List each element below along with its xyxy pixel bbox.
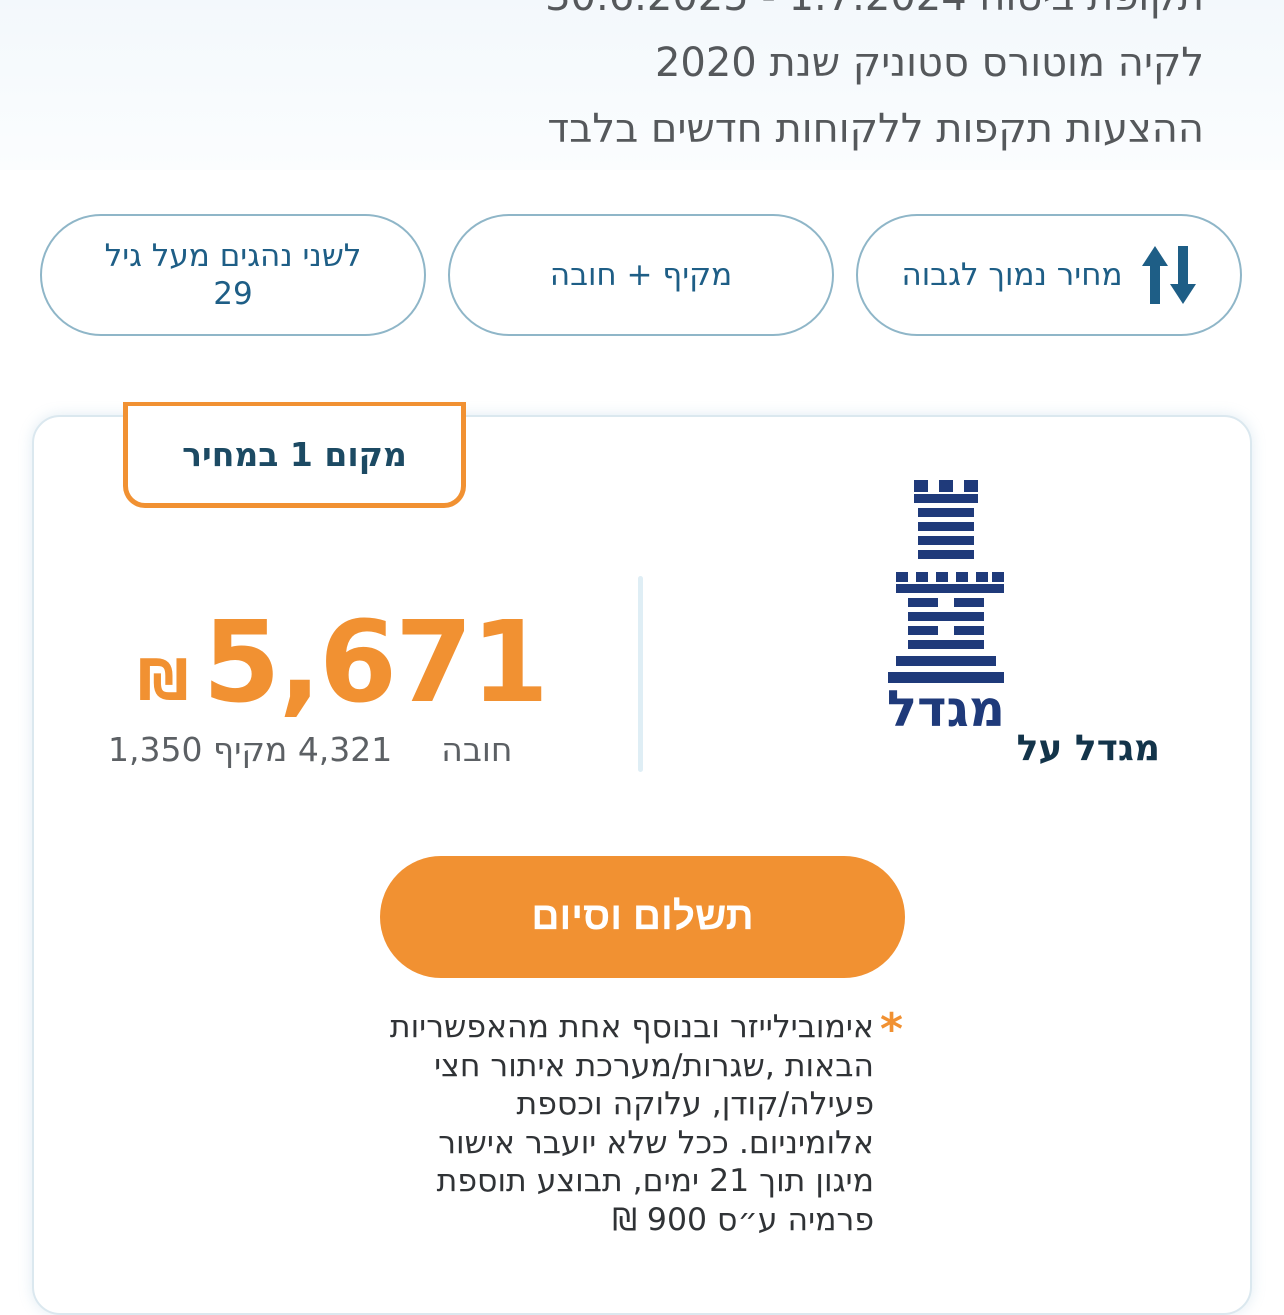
client-vehicle: לקיה מוטורס סטוניק שנת 2020 (654, 40, 1204, 86)
price-value: 5,671 (202, 598, 549, 728)
rank-badge: מקום 1 במחיר (123, 402, 466, 508)
coverage-filter-button[interactable]: מקיף + חובה (448, 214, 834, 336)
insurance-period: תקופת ביטוח 1.7.2024 - 30.6.2025 (545, 0, 1204, 20)
drivers-label: לשני נהגים מעל גיל 29 (104, 238, 362, 312)
note-asterisk: * (880, 1004, 904, 1055)
pay-and-finish-button[interactable]: תשלום וסיום (380, 856, 905, 978)
sort-button[interactable]: מחיר נמוך לגבוה (856, 214, 1242, 336)
comprehensive-label: מקיף (212, 730, 288, 769)
comprehensive-value: 4,321 (297, 730, 393, 769)
coverage-label: מקיף + חובה (549, 257, 733, 293)
logo-wordmark: מגדל (887, 680, 1005, 730)
mandatory-value: 1,350 (108, 730, 203, 769)
card-divider (638, 576, 643, 772)
currency-symbol: ₪ (138, 647, 189, 713)
company-logo: מגדל (884, 478, 1008, 738)
offer-validity-note: ההצעות תקפות ללקוחות חדשים בלבד (547, 106, 1204, 152)
company-name: מגדל על (1016, 728, 1160, 769)
sort-arrows-icon (1141, 244, 1197, 306)
mandatory-label: חובה (441, 730, 513, 769)
drivers-filter-button[interactable]: לשני נהגים מעל גיל 29 (40, 214, 426, 336)
sort-label: מחיר נמוך לגבוה (901, 257, 1123, 293)
price-breakdown: 1,350 חובה 4,321 מקיף (108, 730, 513, 769)
total-price: ₪ 5,671 (138, 598, 549, 728)
security-requirements-note: אימובילייזר ובנוסף אחת מהאפשריות הבאות ,… (389, 1009, 874, 1238)
